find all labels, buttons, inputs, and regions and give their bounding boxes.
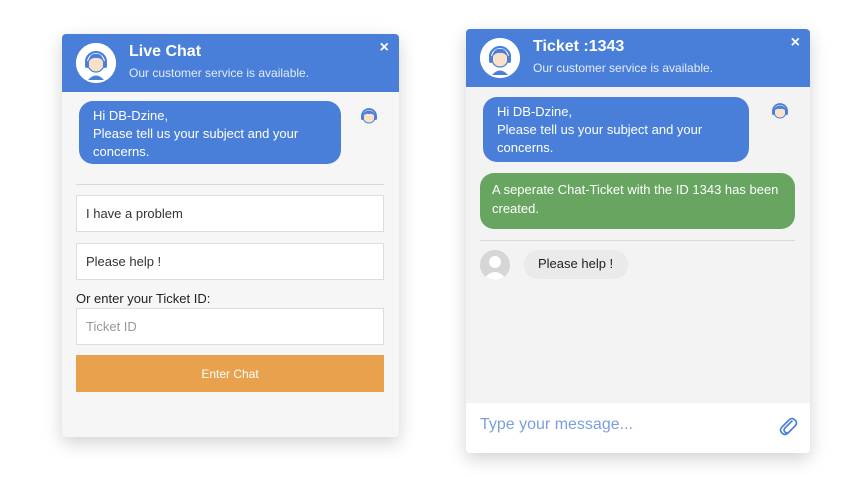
system-ticket-bubble: A seperate Chat-Ticket with the ID 1343 … xyxy=(480,173,795,229)
agent-avatar-icon xyxy=(357,104,381,128)
ticket-id-label: Or enter your Ticket ID: xyxy=(76,291,211,306)
chat-title: Live Chat xyxy=(129,43,202,60)
chat-header: Live Chat Our customer service is availa… xyxy=(62,34,399,92)
chat-subtitle: Our customer service is available. xyxy=(129,66,310,80)
system-line: created. xyxy=(492,201,539,216)
ticket-title: Ticket :1343 xyxy=(533,38,625,55)
agent-greeting-bubble: Hi DB-Dzine, Please tell us your subject… xyxy=(483,97,749,162)
message-field[interactable]: Please help ! xyxy=(76,243,384,280)
agent-greeting-bubble: Hi DB-Dzine, Please tell us your subject… xyxy=(79,101,341,164)
agent-avatar-icon xyxy=(768,99,792,123)
divider xyxy=(76,184,384,185)
ticket-chat-widget: Ticket :1343 Our customer service is ava… xyxy=(466,29,810,453)
divider xyxy=(480,240,795,241)
live-chat-widget: Live Chat Our customer service is availa… xyxy=(62,34,399,437)
user-message-bubble: Please help ! xyxy=(524,250,628,279)
greeting-line: Hi DB-Dzine, xyxy=(497,104,573,119)
agent-headset-icon xyxy=(480,38,520,78)
system-line: A seperate Chat-Ticket with the ID 1343 … xyxy=(492,182,779,197)
close-icon[interactable]: × xyxy=(380,39,389,57)
agent-headset-icon xyxy=(76,43,116,83)
greeting-line: Hi DB-Dzine, xyxy=(93,108,169,123)
message-input[interactable] xyxy=(480,416,770,434)
close-icon[interactable]: × xyxy=(791,34,800,52)
chat-header: Ticket :1343 Our customer service is ava… xyxy=(466,29,810,87)
paperclip-icon[interactable] xyxy=(778,415,798,437)
greeting-line: concerns. xyxy=(497,140,554,155)
message-composer xyxy=(466,403,810,453)
message-value: Please help ! xyxy=(86,254,162,269)
user-avatar-icon xyxy=(480,250,510,280)
chat-subtitle: Our customer service is available. xyxy=(533,61,714,75)
subject-value: I have a problem xyxy=(86,206,183,221)
ticket-id-field[interactable] xyxy=(76,308,384,345)
enter-chat-button[interactable]: Enter Chat xyxy=(76,355,384,392)
greeting-line: concerns. xyxy=(93,144,150,159)
greeting-line: Please tell us your subject and your xyxy=(93,126,299,141)
ticket-id-input[interactable] xyxy=(86,319,374,334)
greeting-line: Please tell us your subject and your xyxy=(497,122,703,137)
subject-field[interactable]: I have a problem xyxy=(76,195,384,232)
